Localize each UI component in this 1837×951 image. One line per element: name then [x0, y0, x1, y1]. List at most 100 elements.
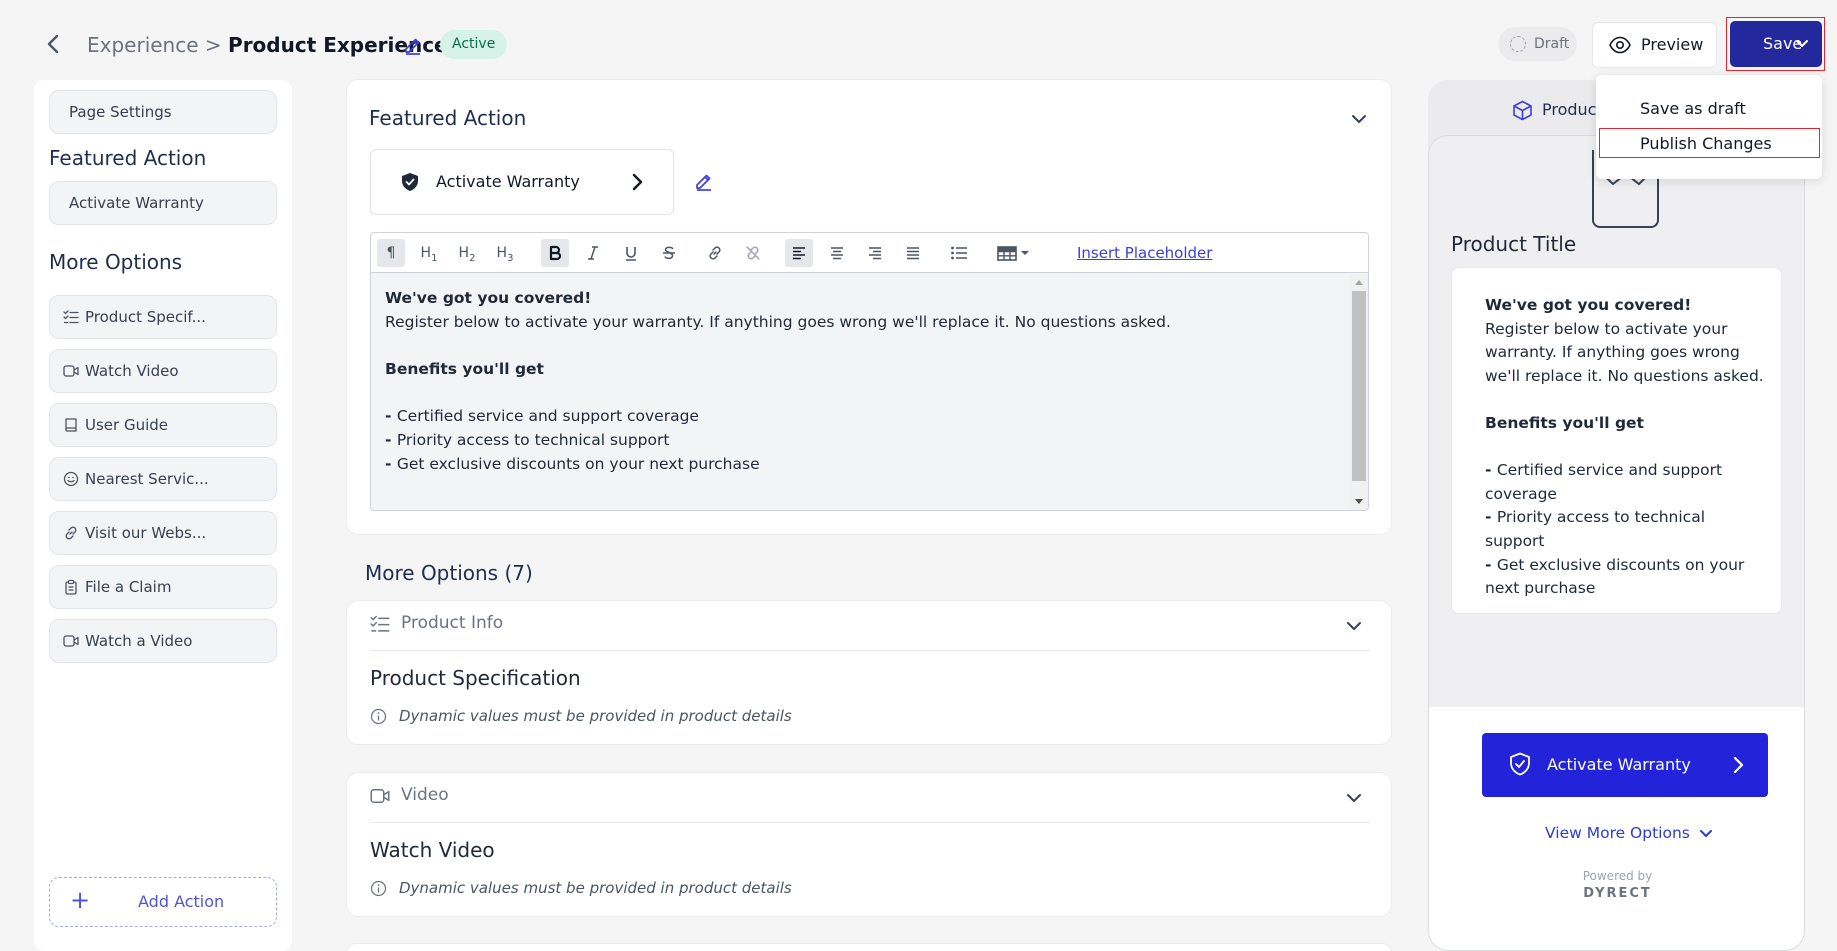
preview-benefit-item: - Certified service and support coverage: [1485, 461, 1723, 503]
chevron-down-icon[interactable]: [1350, 110, 1368, 128]
option-category-label: Product Info: [401, 613, 504, 633]
preview-heading: We've got you covered!: [1485, 296, 1692, 314]
sidebar-item-label: File a Claim: [85, 578, 172, 596]
link-button[interactable]: [701, 239, 729, 267]
checklist-icon: [63, 309, 79, 325]
sidebar-item-label: Watch Video: [85, 362, 179, 380]
tab-product[interactable]: Product: [1512, 100, 1603, 121]
preview-button[interactable]: Preview: [1592, 22, 1717, 68]
scroll-up-icon[interactable]: [1354, 278, 1364, 286]
scroll-down-icon[interactable]: [1354, 498, 1364, 506]
page-settings-button[interactable]: Page Settings: [49, 90, 277, 134]
preview-label: Preview: [1641, 35, 1704, 54]
underline-button[interactable]: [617, 239, 645, 267]
menu-item-publish-changes[interactable]: Publish Changes: [1640, 134, 1772, 153]
more-options-section-heading: More Options (7): [365, 561, 533, 585]
breadcrumb-parent[interactable]: Experience: [87, 33, 199, 57]
shield-check-icon: [1510, 752, 1530, 776]
preview-benefit-text: Get exclusive discounts on your next pur…: [1485, 555, 1745, 598]
view-more-options-link[interactable]: View More Options: [1545, 824, 1712, 842]
preview-benefits-heading: Benefits you'll get: [1485, 413, 1644, 432]
benefits-heading: Benefits you'll get: [385, 360, 544, 379]
heading-1-button[interactable]: H1: [415, 239, 443, 267]
sidebar-item-label: User Guide: [85, 416, 169, 434]
page-settings-label: Page Settings: [69, 103, 172, 121]
chevron-right-icon: [1733, 756, 1744, 774]
sidebar-item-activate-warranty[interactable]: Activate Warranty: [49, 181, 277, 225]
option-category: Video: [370, 785, 449, 805]
heading-3-button[interactable]: H3: [491, 239, 519, 267]
table-button[interactable]: [991, 239, 1037, 267]
preview-benefit-text: Certified service and support coverage: [1485, 461, 1723, 503]
rich-text-editor[interactable]: ¶ H1 H2 H3 Insert Placeholder We've got …: [370, 232, 1369, 511]
sidebar: Page Settings Featured Action Activate W…: [34, 80, 292, 951]
featured-action-button[interactable]: Activate Warranty: [370, 149, 674, 215]
sidebar-item-user-guide[interactable]: User Guide: [49, 403, 277, 447]
scroll-thumb[interactable]: [1352, 291, 1366, 481]
bullet-list-button[interactable]: [945, 239, 973, 267]
option-title: Watch Video: [370, 838, 495, 862]
draft-label: Draft: [1534, 36, 1570, 52]
add-action-label: Add Action: [138, 892, 225, 911]
sidebar-item-label: Watch a Video: [85, 632, 193, 650]
preview-benefit-item: - Priority access to technical support: [1485, 508, 1705, 550]
featured-action-heading: Featured Action: [49, 146, 207, 170]
sidebar-item-watch-video[interactable]: Watch Video: [49, 349, 277, 393]
heading-2-button[interactable]: H2: [453, 239, 481, 267]
featured-action-card: Featured Action Activate Warranty ¶ H1 H…: [346, 79, 1392, 535]
book-icon: [63, 417, 79, 433]
sidebar-item-label: Nearest Servic...: [85, 470, 209, 488]
editor-toolbar: ¶ H1 H2 H3 Insert Placeholder: [371, 233, 1368, 273]
plus-icon: +: [70, 886, 91, 914]
chevron-down-icon[interactable]: [1345, 617, 1363, 635]
draft-indicator: Draft: [1498, 27, 1577, 61]
sidebar-item-watch-a-video[interactable]: Watch a Video: [49, 619, 277, 663]
save-button[interactable]: Save: [1730, 21, 1822, 67]
editor-scrollbar[interactable]: [1349, 274, 1368, 510]
insert-placeholder-link[interactable]: Insert Placeholder: [1077, 244, 1212, 262]
sidebar-item-product-specification[interactable]: Product Specif...: [49, 295, 277, 339]
sidebar-item-label: Visit our Webs...: [85, 524, 207, 542]
edit-title-icon[interactable]: [403, 35, 423, 55]
save-dropdown-menu: Save as draft Publish Changes: [1596, 75, 1822, 179]
back-arrow-icon[interactable]: [42, 32, 66, 56]
editor-content[interactable]: We've got you covered! Register below to…: [385, 287, 1171, 477]
benefit-item: - Get exclusive discounts on your next p…: [385, 454, 760, 473]
sidebar-item-label: Activate Warranty: [69, 194, 204, 212]
brand-logo: DYRECT: [1583, 886, 1652, 901]
activate-warranty-cta[interactable]: Activate Warranty: [1482, 733, 1768, 797]
divider: [370, 822, 1370, 823]
unlink-button[interactable]: [739, 239, 767, 267]
featured-action-label: Activate Warranty: [436, 172, 580, 191]
sidebar-item-file-a-claim[interactable]: File a Claim: [49, 565, 277, 609]
tab-product-label: Product: [1542, 100, 1603, 119]
align-left-button[interactable]: [785, 239, 813, 267]
italic-button[interactable]: [579, 239, 607, 267]
paragraph-button[interactable]: ¶: [377, 239, 405, 267]
option-card: [346, 943, 1392, 951]
content-paragraph: Register below to activate your warranty…: [385, 312, 1171, 331]
align-justify-button[interactable]: [899, 239, 927, 267]
align-center-button[interactable]: [823, 239, 851, 267]
sidebar-item-label: Product Specif...: [85, 308, 206, 326]
cta-label: Activate Warranty: [1547, 755, 1691, 774]
video-icon: [370, 786, 390, 806]
chevron-down-icon[interactable]: [1345, 789, 1363, 807]
benefit-text: Priority access to technical support: [396, 431, 670, 450]
sidebar-item-visit-website[interactable]: Visit our Webs...: [49, 511, 277, 555]
preview-footer: Activate Warranty View More Options Powe…: [1429, 707, 1804, 950]
sidebar-item-nearest-service[interactable]: Nearest Servic...: [49, 457, 277, 501]
edit-action-icon[interactable]: [694, 171, 714, 191]
align-right-button[interactable]: [861, 239, 889, 267]
chevron-down-icon: [1796, 40, 1808, 47]
strikethrough-button[interactable]: [655, 239, 683, 267]
add-action-button[interactable]: + Add Action: [49, 877, 277, 927]
preview-benefit-item: - Get exclusive discounts on your next p…: [1485, 555, 1745, 598]
product-title: Product Title: [1451, 232, 1577, 256]
top-header: Experience > Product Experience Active D…: [0, 0, 1837, 78]
info-icon: [370, 708, 387, 725]
smile-icon: [63, 471, 79, 487]
menu-item-save-as-draft[interactable]: Save as draft: [1640, 99, 1746, 118]
bold-button[interactable]: [541, 239, 569, 267]
option-note: Dynamic values must be provided in produ…: [399, 879, 792, 897]
